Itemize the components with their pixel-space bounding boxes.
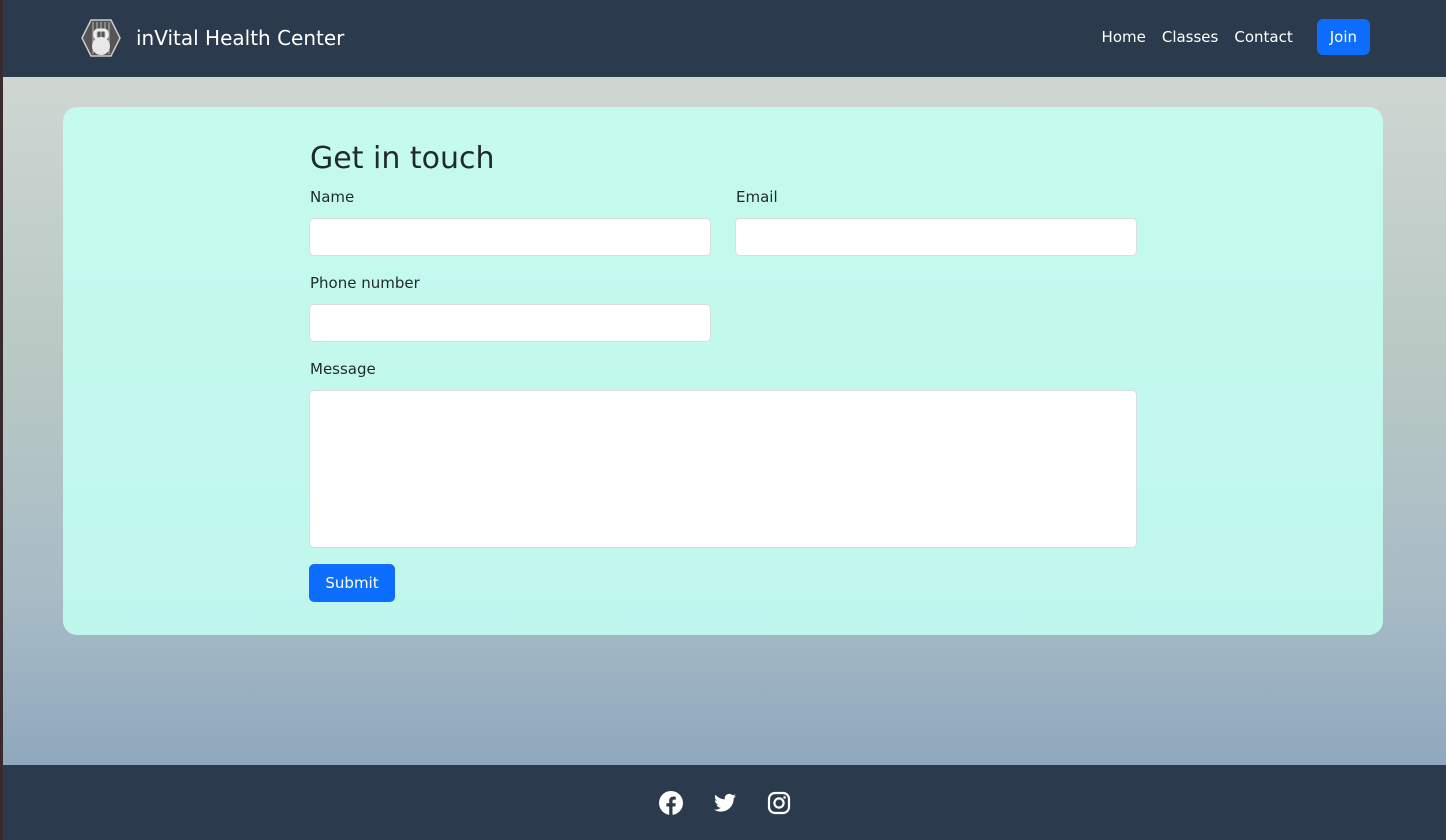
nav-classes[interactable]: Classes: [1162, 28, 1219, 46]
kettlebell-logo-icon[interactable]: [81, 19, 121, 57]
phone-input[interactable]: [309, 304, 711, 342]
contact-form-card: Get in touch Name Email Phone number Mes…: [63, 107, 1383, 635]
message-textarea[interactable]: [309, 390, 1137, 548]
email-input[interactable]: [735, 218, 1137, 256]
message-label: Message: [310, 360, 376, 378]
twitter-icon[interactable]: [713, 791, 737, 815]
name-label: Name: [310, 188, 355, 206]
phone-label: Phone number: [310, 274, 420, 292]
instagram-icon[interactable]: [767, 791, 791, 815]
form-title: Get in touch: [310, 141, 495, 176]
join-button[interactable]: Join: [1316, 19, 1370, 55]
nav-home[interactable]: Home: [1102, 28, 1146, 46]
facebook-icon[interactable]: [658, 790, 683, 815]
brand-name[interactable]: inVital Health Center: [136, 26, 344, 50]
nav-contact[interactable]: Contact: [1234, 28, 1292, 46]
footer: [3, 765, 1446, 840]
email-label: Email: [736, 188, 778, 206]
hero-background: Get in touch Name Email Phone number Mes…: [3, 77, 1446, 765]
navbar: inVital Health Center Home Classes Conta…: [3, 0, 1446, 77]
name-input[interactable]: [309, 218, 711, 256]
submit-button[interactable]: Submit: [309, 564, 395, 602]
